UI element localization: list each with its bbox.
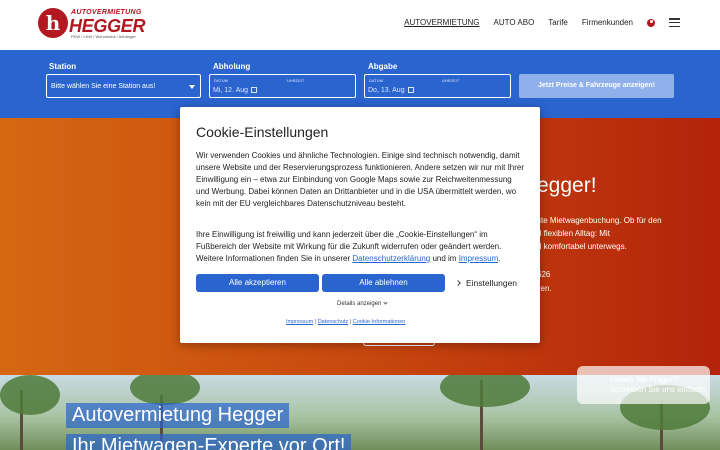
imprint-link[interactable]: Impressum: [459, 254, 499, 263]
chevron-down-icon: [383, 300, 388, 305]
reject-all-button[interactable]: Alle ablehnen: [322, 274, 445, 292]
accept-all-button[interactable]: Alle akzeptieren: [196, 274, 319, 292]
privacy-policy-link[interactable]: Datenschutzerklärung: [352, 254, 430, 263]
cookie-dialog: Cookie-Einstellungen Wir verwenden Cooki…: [180, 107, 540, 343]
footer-imprint-link[interactable]: Impressum: [286, 319, 313, 325]
footer-privacy-link[interactable]: Datenschutz: [318, 319, 349, 325]
footer-cookie-info-link[interactable]: Cookie-Informationen: [353, 319, 406, 325]
cookie-footer-links: Impressum | Datenschutz | Cookie-Informa…: [286, 319, 406, 325]
cookie-text-2: Ihre Einwilligung ist freiwillig und kan…: [196, 230, 502, 263]
settings-button[interactable]: Einstellungen: [455, 274, 517, 292]
cookie-dialog-title: Cookie-Einstellungen: [196, 124, 329, 140]
details-toggle[interactable]: Details anzeigen: [337, 300, 388, 307]
cookie-text-1: Wir verwenden Cookies und ähnliche Techn…: [196, 151, 525, 208]
chevron-right-icon: [455, 280, 461, 286]
